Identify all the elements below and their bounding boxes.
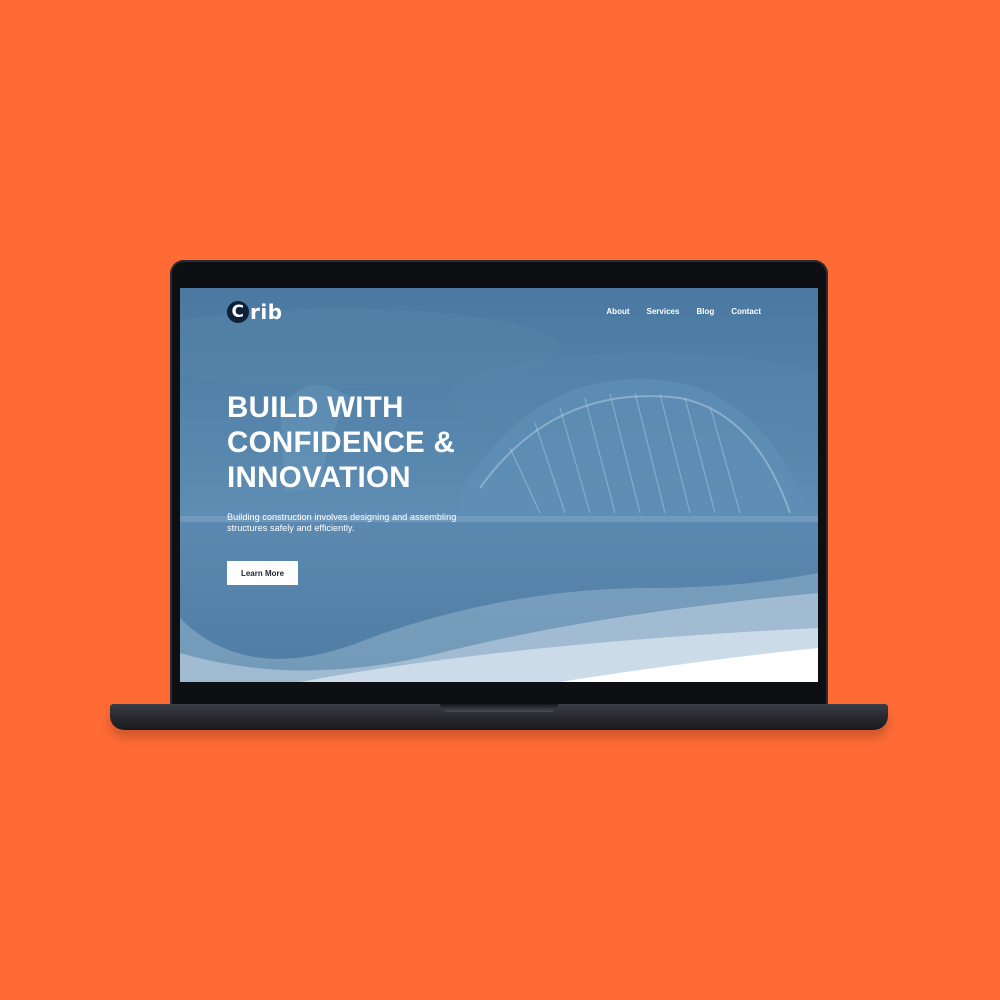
hero-headline-line: BUILD WITH xyxy=(227,391,404,424)
nav-link-about[interactable]: About xyxy=(606,307,629,316)
logo-mark: C xyxy=(227,301,249,323)
hero-subtext: Building construction involves designing… xyxy=(227,512,457,533)
hero-headline: BUILD WITH CONFIDENCE & INNOVATION xyxy=(227,390,455,495)
hero-headline-line: CONFIDENCE & xyxy=(227,426,456,459)
site-logo[interactable]: C rib xyxy=(227,300,283,324)
nav-link-blog[interactable]: Blog xyxy=(696,307,714,316)
hero-headline-line: INNOVATION xyxy=(227,461,411,494)
logo-text: rib xyxy=(250,300,283,324)
laptop-base xyxy=(110,704,888,730)
laptop-trackpad-notch xyxy=(440,704,558,712)
laptop-screen: C rib About Services Blog Contact BUILD … xyxy=(180,288,818,682)
learn-more-button[interactable]: Learn More xyxy=(227,561,298,585)
nav-link-services[interactable]: Services xyxy=(647,307,680,316)
main-nav: About Services Blog Contact xyxy=(606,307,761,316)
product-mockup: C rib About Services Blog Contact BUILD … xyxy=(0,0,1000,1000)
nav-link-contact[interactable]: Contact xyxy=(731,307,761,316)
